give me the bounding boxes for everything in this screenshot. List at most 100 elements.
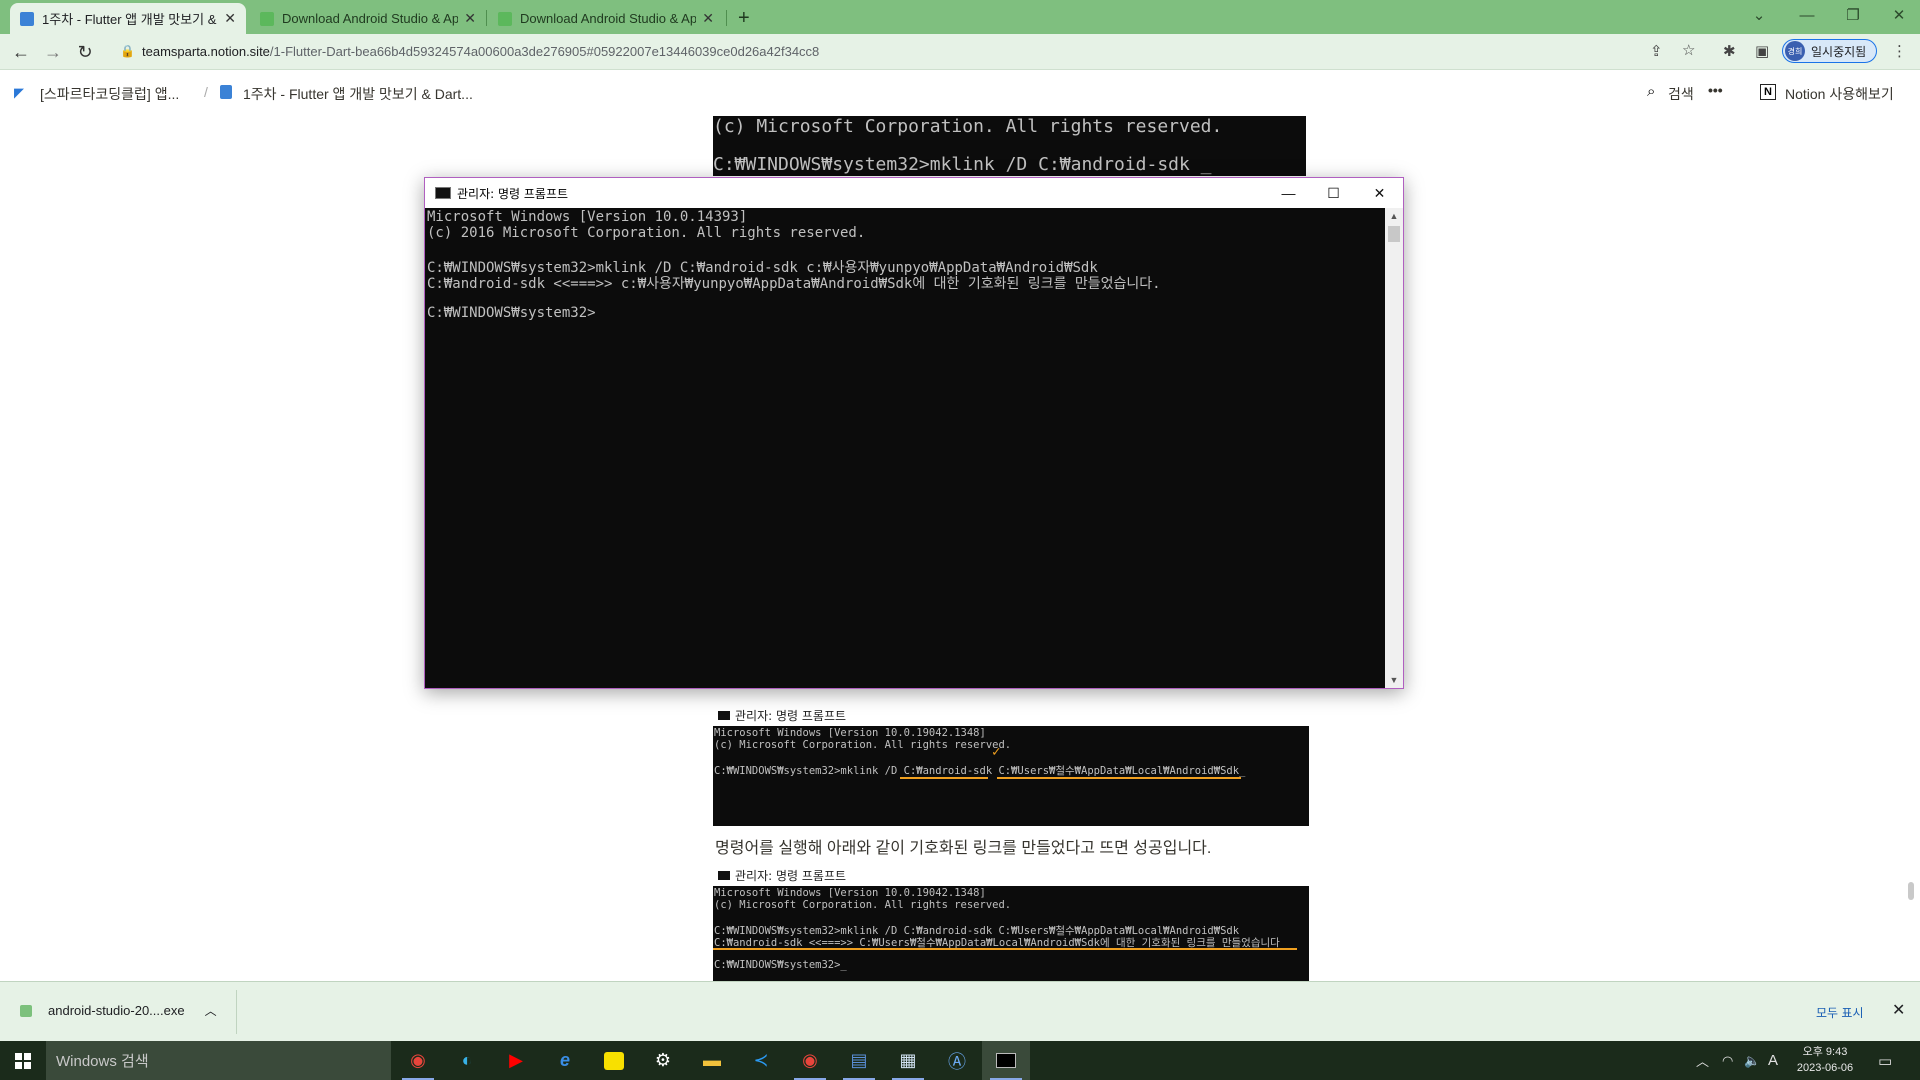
vscode-taskbar-icon[interactable]: ≺ xyxy=(737,1041,785,1080)
windows-search-placeholder: Windows 검색 xyxy=(56,1053,149,1070)
console-line: C:₩WINDOWS₩system32> xyxy=(427,305,596,321)
tab-android-studio-2[interactable]: Download Android Studio & App Tools ✕ xyxy=(488,3,724,34)
highlight-underline xyxy=(997,777,1241,779)
notion-search-button[interactable]: 검색 xyxy=(1668,84,1694,104)
scroll-up-icon[interactable]: ▲ xyxy=(1385,208,1403,224)
share-icon[interactable]: ⇪ xyxy=(1650,42,1663,60)
download-item[interactable]: android-studio-20....exe ︿ xyxy=(20,1002,217,1019)
minimize-button[interactable]: — xyxy=(1784,0,1830,30)
cmd-taskbar-icon[interactable] xyxy=(982,1041,1030,1080)
chevron-up-icon[interactable]: ︿ xyxy=(205,1002,217,1019)
file-explorer-taskbar-icon[interactable]: ▬ xyxy=(688,1041,736,1080)
back-arrow-icon[interactable]: ← xyxy=(9,40,33,64)
cmd-title-text: 관리자: 명령 프롬프트 xyxy=(457,187,569,201)
taskbar-clock[interactable]: 오후 9:43 2023-06-06 xyxy=(1788,1044,1862,1076)
paragraph-success-note: 명령어를 실행해 아래와 같이 기호화된 링크를 만들었다고 뜨면 성공입니다. xyxy=(715,840,1212,857)
download-shelf: android-studio-20....exe ︿ 모두 표시 ✕ xyxy=(0,981,1920,1041)
cmd-minimize-button[interactable]: — xyxy=(1266,178,1311,208)
chrome-profile-taskbar-icon[interactable]: ◉ xyxy=(786,1041,834,1080)
tab-title: 1주차 - Flutter 앱 개발 맛보기 & Dart xyxy=(42,12,218,27)
app-store-taskbar-icon[interactable]: Ⓐ xyxy=(933,1041,981,1080)
close-window-button[interactable]: ✕ xyxy=(1876,0,1920,30)
more-options-button[interactable]: ••• xyxy=(1708,82,1723,98)
network-icon[interactable]: ◠ xyxy=(1722,1041,1733,1080)
chrome-taskbar-icon[interactable]: ◉ xyxy=(394,1041,442,1080)
url-text: teamsparta.notion.site/1-Flutter-Dart-be… xyxy=(142,44,819,59)
cmd-screenshot-mklink: Microsoft Windows [Version 10.0.19042.13… xyxy=(713,726,1309,826)
tab-search-chevron-icon[interactable]: ⌄ xyxy=(1736,0,1782,30)
cmd-scrollbar[interactable]: ▲ ▼ xyxy=(1385,208,1403,688)
console-line: C:₩android-sdk <<===>> c:₩사용자₩yunpyo₩App… xyxy=(427,276,1161,292)
forward-arrow-icon[interactable]: → xyxy=(41,40,65,64)
ime-indicator[interactable]: A xyxy=(1768,1041,1778,1080)
shot-line: C:₩WINDOWS₩system32>_ xyxy=(714,959,847,971)
console-line: Microsoft Windows [Version 10.0.14393] xyxy=(427,209,748,225)
settings-gear-icon[interactable]: ⚙ xyxy=(639,1041,687,1080)
notification-center-icon[interactable]: ▭ xyxy=(1878,1041,1892,1080)
internet-explorer-taskbar-icon[interactable]: e xyxy=(541,1041,589,1080)
windows-search-box[interactable]: Windows 검색 xyxy=(46,1041,391,1080)
bookmark-star-icon[interactable]: ☆ xyxy=(1682,41,1695,59)
notepad-taskbar-icon[interactable]: ▦ xyxy=(884,1041,932,1080)
close-tab-icon[interactable]: ✕ xyxy=(224,10,236,27)
scroll-down-icon[interactable]: ▼ xyxy=(1385,672,1403,688)
tab-separator xyxy=(486,10,487,26)
show-all-downloads-button[interactable]: 모두 표시 xyxy=(1806,998,1874,1026)
restore-button[interactable]: ❐ xyxy=(1830,0,1876,30)
address-bar[interactable]: 🔒 teamsparta.notion.site/1-Flutter-Dart-… xyxy=(110,38,1710,66)
close-download-shelf-icon[interactable]: ✕ xyxy=(1892,1000,1905,1020)
close-tab-icon[interactable]: ✕ xyxy=(464,10,476,27)
cmd-close-button[interactable]: ✕ xyxy=(1357,178,1402,208)
shot-line: Microsoft Windows [Version 10.0.19042.13… xyxy=(714,887,986,899)
android-icon xyxy=(498,11,512,26)
page-scrollbar-thumb[interactable] xyxy=(1908,882,1914,900)
android-icon xyxy=(20,1004,32,1017)
side-panel-icon[interactable]: ▣ xyxy=(1755,42,1769,60)
windows-start-button[interactable] xyxy=(0,1041,46,1080)
tab-title: Download Android Studio & App Tools xyxy=(282,11,459,26)
cmd-window-icon xyxy=(718,711,730,720)
tab-notion-week1[interactable]: 1주차 - Flutter 앱 개발 맛보기 & Dart ✕ xyxy=(10,3,246,34)
notion-logo-icon: N xyxy=(1760,84,1776,100)
cmd-screenshot-result: Microsoft Windows [Version 10.0.19042.13… xyxy=(713,886,1309,982)
highlight-underline xyxy=(713,948,1297,950)
shot-line: (c) Microsoft Corporation. All rights re… xyxy=(714,739,1012,751)
try-notion-button[interactable]: Notion 사용해보기 xyxy=(1785,84,1894,104)
cmd-maximize-button[interactable]: ☐ xyxy=(1311,178,1356,208)
shot-line: Microsoft Windows [Version 10.0.19042.13… xyxy=(714,727,986,739)
menu-kebab-icon[interactable]: ⋮ xyxy=(1892,42,1907,60)
search-icon[interactable]: ⌕ xyxy=(1647,83,1655,100)
reload-icon[interactable]: ↻ xyxy=(73,40,97,64)
notion-page-icon xyxy=(220,85,232,99)
shot-line: C:₩WINDOWS₩system32>mklink /D C:₩android… xyxy=(714,765,1246,777)
youtube-taskbar-icon[interactable]: ▶ xyxy=(492,1041,540,1080)
cmd-console[interactable]: Microsoft Windows [Version 10.0.14393] (… xyxy=(425,208,1385,688)
kakaotalk-taskbar-icon[interactable] xyxy=(590,1041,638,1080)
word-taskbar-icon[interactable]: ▤ xyxy=(835,1041,883,1080)
shot-line: C:₩WINDOWS₩system32>mklink /D C:₩android… xyxy=(713,154,1212,175)
cmd-window: 관리자: 명령 프롬프트 — ☐ ✕ Microsoft Windows [Ve… xyxy=(424,177,1404,689)
tab-android-studio-1[interactable]: Download Android Studio & App Tools ✕ xyxy=(250,3,486,34)
android-icon xyxy=(260,11,274,26)
cmd-window-icon xyxy=(435,187,451,199)
windows-logo-icon xyxy=(15,1052,31,1069)
breadcrumb-page[interactable]: 1주차 - Flutter 앱 개발 맛보기 & Dart... xyxy=(243,84,473,104)
clock-date: 2023-06-06 xyxy=(1796,1062,1854,1074)
flutter-logo-icon: ◤ xyxy=(14,85,24,100)
shot-line: (c) Microsoft Corporation. All rights re… xyxy=(714,899,1012,911)
new-tab-button[interactable]: + xyxy=(734,3,762,34)
windows-taskbar: Windows 검색 ◉ ◐ ▶ e ⚙ ▬ ≺ ◉ ▤ ▦ Ⓐ ︿ ◠ 🔈 A… xyxy=(0,1041,1920,1080)
cmd-window-icon xyxy=(718,871,730,880)
profile-button[interactable]: 경희 일시중지됨 xyxy=(1782,39,1878,63)
scroll-thumb[interactable] xyxy=(1388,226,1400,242)
extensions-puzzle-icon[interactable]: ✱ xyxy=(1723,42,1736,60)
url-host: teamsparta.notion.site xyxy=(142,44,270,59)
breadcrumb-workspace[interactable]: [스파르타코딩클럽] 앱... xyxy=(40,84,179,104)
close-tab-icon[interactable]: ✕ xyxy=(702,10,714,27)
download-filename: android-studio-20....exe xyxy=(48,1003,185,1018)
tab-title: Download Android Studio & App Tools xyxy=(520,11,697,26)
cmd-titlebar[interactable]: 관리자: 명령 프롬프트 — ☐ ✕ xyxy=(425,178,1403,208)
tray-chevron-up-icon[interactable]: ︿ xyxy=(1696,1041,1709,1080)
edge-taskbar-icon[interactable]: ◐ xyxy=(443,1041,491,1080)
volume-icon[interactable]: 🔈 xyxy=(1744,1041,1760,1080)
